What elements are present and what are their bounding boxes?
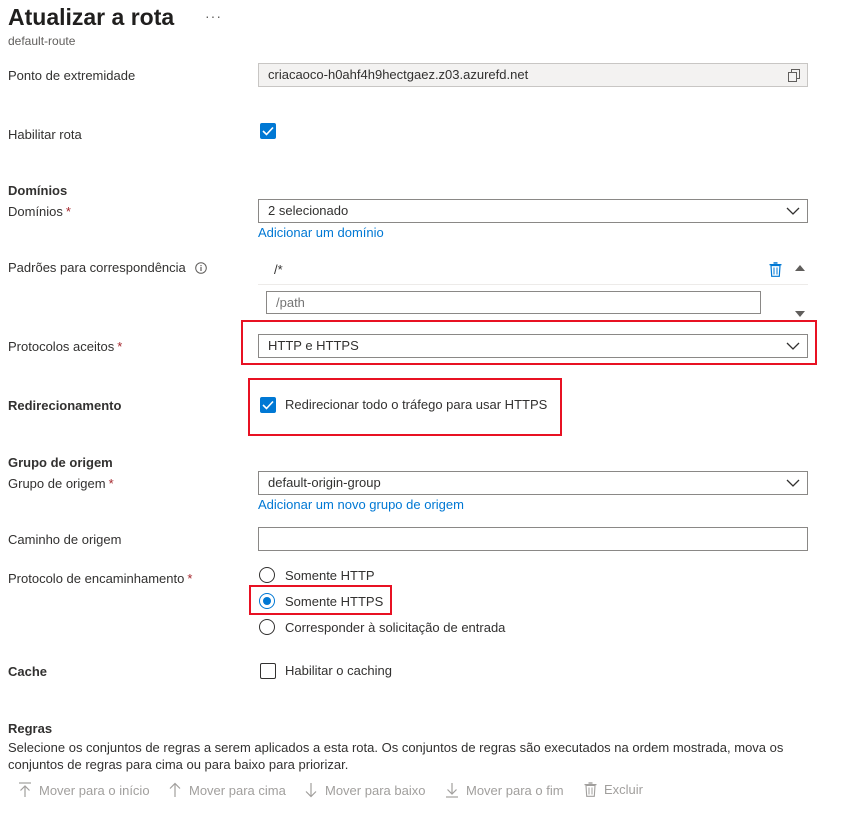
- move-to-bottom-button[interactable]: Mover para o fim: [445, 782, 564, 798]
- patterns-label: Padrões para correspondência: [8, 260, 207, 275]
- chevron-down-icon: [786, 472, 800, 494]
- pattern-input[interactable]: [266, 291, 761, 314]
- radio-http-only[interactable]: [259, 567, 275, 583]
- move-up-label: Mover para cima: [189, 782, 286, 798]
- more-options-icon[interactable]: ···: [205, 8, 222, 24]
- rules-section-title: Regras: [8, 721, 53, 736]
- highlight-box-https-only: [249, 585, 392, 615]
- enable-caching-label: Habilitar o caching: [285, 663, 392, 678]
- add-domain-link[interactable]: Adicionar um domínio: [258, 225, 384, 240]
- page-title: Atualizar a rota: [8, 4, 175, 30]
- delete-button[interactable]: Excluir: [584, 782, 643, 797]
- checkmark-icon: [262, 126, 274, 136]
- arrow-up-icon: [169, 782, 181, 797]
- chevron-down-icon: [786, 200, 800, 222]
- forwarding-protocol-label-text: Protocolo de encaminhamento: [8, 571, 185, 586]
- endpoint-value: criacaoco-h0ahf4h9hectgaez.z03.azurefd.n…: [268, 67, 529, 82]
- move-down-label: Mover para baixo: [325, 782, 426, 798]
- domains-label: Domínios *: [8, 204, 71, 219]
- protocols-label: Protocolos aceitos *: [8, 339, 122, 354]
- origin-group-label: Grupo de origem *: [8, 476, 114, 491]
- radio-http-only-label: Somente HTTP: [285, 568, 375, 583]
- copy-icon[interactable]: [788, 64, 800, 86]
- endpoint-field[interactable]: criacaoco-h0ahf4h9hectgaez.z03.azurefd.n…: [258, 63, 808, 87]
- forwarding-protocol-label: Protocolo de encaminhamento *: [8, 571, 192, 586]
- domains-dropdown[interactable]: 2 selecionado: [258, 199, 808, 223]
- origin-group-label-text: Grupo de origem: [8, 476, 106, 491]
- radio-match-request-label: Corresponder à solicitação de entrada: [285, 620, 506, 635]
- cache-label: Cache: [8, 664, 48, 679]
- required-marker: *: [65, 204, 71, 219]
- delete-label: Excluir: [604, 782, 644, 797]
- domains-dropdown-value: 2 selecionado: [268, 203, 349, 218]
- enable-caching-checkbox[interactable]: [260, 663, 276, 679]
- endpoint-label: Ponto de extremidade: [8, 68, 136, 83]
- pattern-value: /*: [274, 262, 283, 277]
- trash-icon: [584, 782, 597, 797]
- add-origin-group-link[interactable]: Adicionar um novo grupo de origem: [258, 497, 464, 512]
- protocols-label-text: Protocolos aceitos: [8, 339, 115, 354]
- move-to-top-label: Mover para o início: [39, 782, 150, 798]
- move-to-bottom-label: Mover para o fim: [466, 782, 564, 798]
- info-icon[interactable]: [194, 261, 207, 274]
- enable-route-label: Habilitar rota: [8, 127, 82, 142]
- radio-match-request[interactable]: [259, 619, 275, 635]
- scroll-up-arrow[interactable]: [795, 259, 805, 274]
- enable-route-checkbox[interactable]: [260, 123, 276, 139]
- move-to-top-button[interactable]: Mover para o início: [18, 782, 150, 798]
- required-marker: *: [187, 571, 193, 586]
- highlight-box-redirect: [248, 378, 562, 436]
- move-up-button[interactable]: Mover para cima: [168, 782, 286, 798]
- origin-path-input[interactable]: [258, 527, 808, 551]
- required-marker: *: [108, 476, 114, 491]
- origin-group-section-title: Grupo de origem: [8, 455, 113, 470]
- rules-description: Selecione os conjuntos de regras a serem…: [8, 740, 784, 772]
- move-to-bottom-icon: [446, 783, 458, 798]
- redirect-label: Redirecionamento: [8, 398, 122, 413]
- origin-group-dropdown[interactable]: default-origin-group: [258, 471, 808, 495]
- origin-path-label: Caminho de origem: [8, 532, 122, 547]
- move-to-top-icon: [19, 782, 31, 797]
- origin-group-dropdown-value: default-origin-group: [268, 475, 381, 490]
- pattern-row: /*: [258, 256, 808, 285]
- page-subtitle: default-route: [8, 34, 76, 48]
- required-marker: *: [117, 339, 123, 354]
- move-down-button[interactable]: Mover para baixo: [304, 782, 425, 798]
- domains-label-text: Domínios: [8, 204, 63, 219]
- patterns-label-text: Padrões para correspondência: [8, 260, 186, 275]
- trash-icon[interactable]: [769, 262, 782, 280]
- highlight-box-protocols: [241, 320, 817, 365]
- scroll-down-arrow[interactable]: [795, 306, 805, 321]
- domains-section-title: Domínios: [8, 183, 68, 198]
- arrow-down-icon: [305, 783, 317, 798]
